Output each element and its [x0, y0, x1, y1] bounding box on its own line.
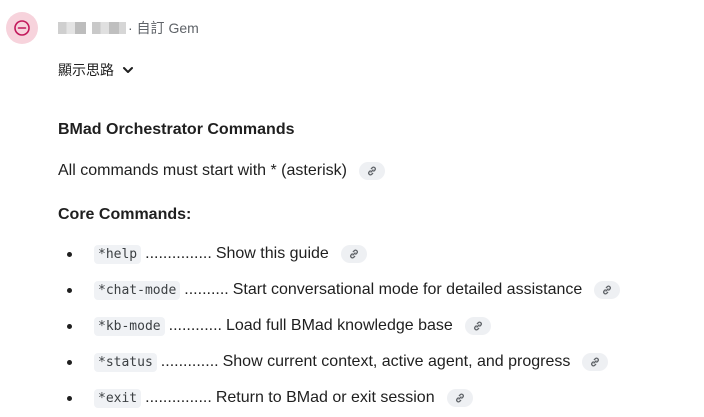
- command-code: *exit: [94, 388, 142, 408]
- link-chip[interactable]: [358, 162, 385, 180]
- link-icon: [591, 357, 600, 367]
- command-description: Show this guide: [215, 245, 329, 262]
- gem-type-label: · 自訂 Gem: [128, 20, 199, 36]
- link-chip[interactable]: [594, 281, 621, 299]
- bullet: [67, 251, 72, 257]
- intro-paragraph: All commands must start with * (asterisk…: [58, 162, 385, 180]
- link-icon: [349, 249, 358, 259]
- dot-leader: ...............: [145, 389, 212, 406]
- redacted-name: [92, 22, 126, 34]
- chevron-down-icon: [123, 67, 133, 73]
- link-icon: [455, 393, 464, 403]
- link-icon: [473, 321, 482, 331]
- command-code: *status: [94, 352, 157, 372]
- dot-leader: ..........: [184, 281, 229, 298]
- link-chip[interactable]: [582, 353, 609, 371]
- link-chip[interactable]: [340, 245, 367, 263]
- link-chip[interactable]: [464, 317, 491, 335]
- dot-leader: ...............: [145, 245, 212, 262]
- gem-avatar: [6, 12, 38, 44]
- intro-text: All commands must start with * (asterisk…: [58, 162, 347, 179]
- section-title: Core Commands:: [58, 206, 192, 223]
- bullet: [67, 287, 72, 293]
- list-item: *exit ............... Return to BMad or …: [58, 380, 620, 416]
- command-code: *chat-mode: [94, 280, 181, 300]
- gem-avatar-icon: [14, 20, 30, 36]
- response-title: BMad Orchestrator Commands: [58, 121, 295, 138]
- dot-leader: ............: [168, 317, 222, 334]
- command-description: Load full BMad knowledge base: [225, 317, 453, 334]
- link-icon: [603, 285, 612, 295]
- redacted-name: [58, 22, 86, 34]
- list-item: *kb-mode ............ Load full BMad kno…: [58, 308, 620, 344]
- command-description: Start conversational mode for detailed a…: [232, 281, 583, 298]
- dot-leader: .............: [160, 353, 219, 370]
- show-thinking-label: 顯示思路: [58, 62, 114, 78]
- list-item: *chat-mode .......... Start conversation…: [58, 272, 621, 308]
- show-thinking-toggle[interactable]: 顯示思路: [58, 60, 134, 80]
- response-header: · 自訂 Gem: [58, 18, 203, 38]
- command-list: *help ............... Show this guide *c…: [58, 236, 621, 416]
- list-item: *help ............... Show this guide: [58, 236, 620, 272]
- command-code: *help: [94, 244, 142, 264]
- chat-response: · 自訂 Gem 顯示思路 BMad Orchestrator Commands…: [0, 0, 704, 417]
- link-icon: [368, 166, 376, 176]
- list-item: *status ............. Show current conte…: [58, 344, 620, 380]
- link-chip[interactable]: [446, 389, 473, 407]
- bullet: [67, 395, 72, 401]
- command-code: *kb-mode: [94, 316, 165, 336]
- command-description: Return to BMad or exit session: [215, 389, 435, 406]
- bullet: [67, 359, 72, 365]
- bullet: [67, 323, 72, 329]
- command-description: Show current context, active agent, and …: [222, 353, 571, 370]
